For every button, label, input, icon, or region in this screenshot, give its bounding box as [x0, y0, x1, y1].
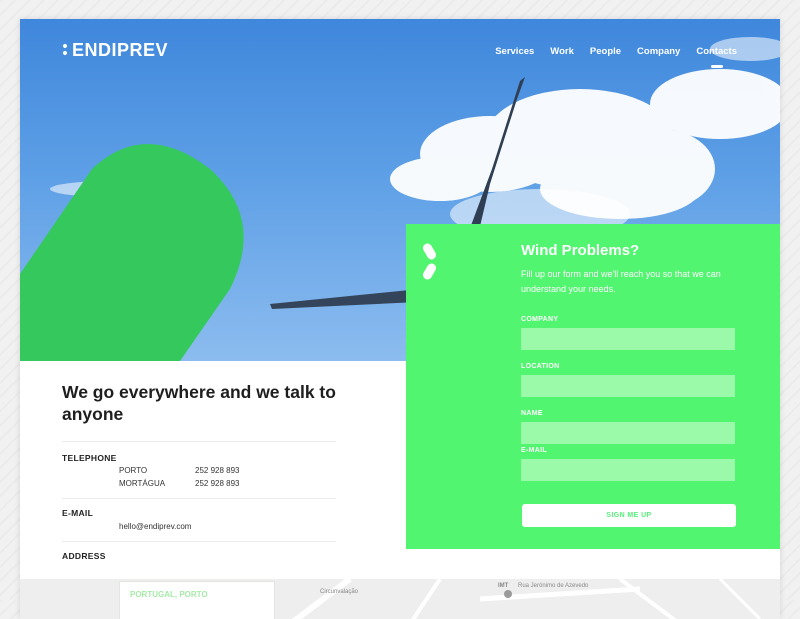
form-subtitle: Fill up our form and we'll reach you so …: [521, 269, 721, 294]
email-label: E-MAIL: [62, 508, 94, 518]
page-title: We go everywhere and we talk to anyone: [62, 382, 336, 424]
logo-mark-icon: [62, 42, 70, 60]
quote-marks-icon: [423, 243, 436, 280]
main-nav: Services Work People Company Contacts: [479, 46, 737, 68]
phone-row: MORTÁGUA 252 928 893: [119, 477, 336, 490]
page-frame: ENDIPREV Services Work People Company Co…: [20, 19, 780, 619]
map-street-label: Circunvalação: [320, 589, 359, 595]
nav-item-services[interactable]: Services: [495, 46, 534, 57]
phone-number[interactable]: 252 928 893: [195, 466, 240, 475]
phone-list: PORTO 252 928 893 MORTÁGUA 252 928 893: [62, 464, 336, 490]
address-label: ADDRESS: [62, 551, 106, 561]
nav-item-work[interactable]: Work: [550, 46, 574, 57]
name-label: NAME: [521, 410, 543, 417]
brand-name: ENDIPREV: [72, 40, 169, 60]
form-title: Wind Problems?: [521, 242, 640, 259]
decorative-green-shape: [20, 144, 244, 361]
company-label: COMPANY: [521, 316, 559, 323]
map-street-label: Rua Jerónimo de Azevedo: [518, 583, 589, 589]
phone-row: PORTO 252 928 893: [119, 464, 336, 477]
divider: [62, 541, 336, 542]
nav-item-company[interactable]: Company: [637, 46, 680, 57]
location-input[interactable]: [521, 375, 735, 397]
phone-city: MORTÁGUA: [119, 479, 166, 488]
nav-item-people[interactable]: People: [590, 46, 621, 57]
company-input[interactable]: [521, 328, 735, 350]
name-input[interactable]: [521, 422, 735, 444]
nav-item-contacts[interactable]: Contacts: [696, 46, 737, 68]
email-link[interactable]: hello@endiprev.com: [119, 522, 336, 531]
contact-form: Wind Problems? Fill up our form and we'l…: [406, 224, 780, 549]
email-input[interactable]: [521, 459, 735, 481]
divider: [62, 498, 336, 499]
brand-logo[interactable]: ENDIPREV: [62, 40, 168, 61]
phone-number[interactable]: 252 928 893: [195, 479, 240, 488]
phone-city: PORTO: [119, 466, 148, 475]
sign-me-up-button[interactable]: SIGN ME UP: [522, 504, 736, 527]
map-place-label: IMT: [498, 583, 509, 589]
location-map[interactable]: IMT Rua Jerónimo de Azevedo Circunvalaçã…: [20, 579, 780, 619]
contact-info: We go everywhere and we talk to anyone T…: [62, 381, 336, 561]
divider: [62, 441, 336, 442]
map-location-card: PORTUGAL, PORTO: [119, 581, 275, 619]
location-label: LOCATION: [521, 363, 560, 370]
telephone-label: TELEPHONE: [62, 453, 117, 463]
email-field-label: E-MAIL: [521, 447, 547, 454]
